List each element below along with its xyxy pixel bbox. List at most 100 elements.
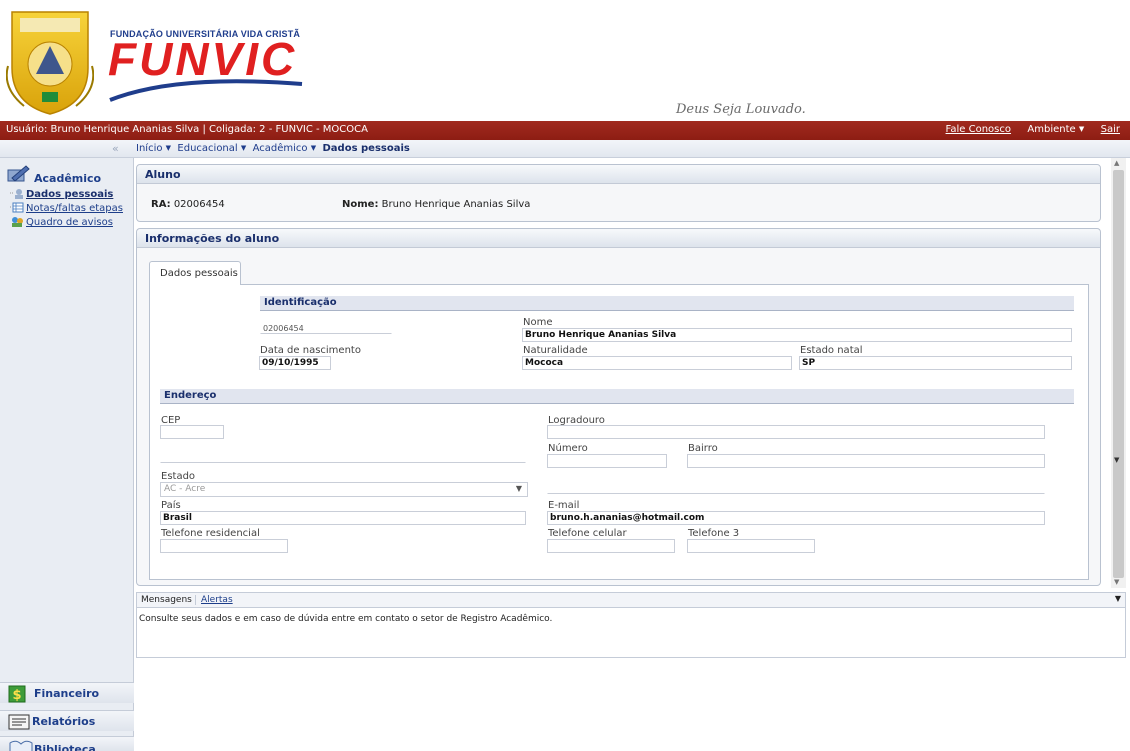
scroll-down-icon[interactable]: ▼ bbox=[1114, 456, 1119, 464]
nome-label: Nome: bbox=[342, 199, 379, 210]
scroll-bottom-icon[interactable]: ▼ bbox=[1114, 578, 1119, 586]
brand-swoosh-decoration bbox=[109, 79, 303, 102]
estado-selected: AC - Acre bbox=[164, 484, 206, 494]
sidebar-section-label: Financeiro bbox=[34, 687, 100, 700]
aluno-panel: Aluno RA: 02006454 Nome: Bruno Henrique … bbox=[136, 164, 1101, 222]
pais-label: País bbox=[161, 500, 181, 511]
contact-link[interactable]: Fale Conosco bbox=[946, 124, 1011, 135]
telefone-residencial-input[interactable] bbox=[160, 539, 288, 553]
grid-icon bbox=[10, 202, 24, 213]
main-scrollbar[interactable]: ▲ ▼ ▼ bbox=[1111, 158, 1126, 588]
chevron-down-icon: ▼ bbox=[515, 484, 522, 493]
person-icon bbox=[10, 188, 24, 199]
email-label: E-mail bbox=[548, 500, 580, 511]
sidebar-item-label: Quadro de avisos bbox=[26, 217, 113, 228]
bairro-label: Bairro bbox=[688, 443, 718, 454]
sidebar-section-label: Biblioteca bbox=[34, 743, 96, 751]
breadcrumb-educacional[interactable]: Educacional ▼ bbox=[177, 143, 246, 154]
nascimento-input[interactable]: 09/10/1995 bbox=[259, 356, 331, 370]
messages-panel: Mensagens Alertas ▼ Consulte seus dados … bbox=[136, 592, 1126, 658]
ra-field: RA: 02006454 bbox=[151, 199, 225, 210]
estado-natal-label: Estado natal bbox=[800, 345, 863, 356]
sidebar-item-label: Dados pessoais bbox=[26, 189, 114, 200]
sidebar-section-label: Relatórios bbox=[32, 715, 96, 728]
ra-input[interactable]: 02006454 bbox=[260, 323, 392, 334]
environment-label: Ambiente bbox=[1027, 124, 1076, 135]
scroll-thumb[interactable] bbox=[1113, 170, 1124, 578]
nome-field: Nome: Bruno Henrique Ananias Silva bbox=[342, 199, 530, 210]
bairro-input[interactable] bbox=[687, 454, 1045, 468]
funvic-crest-logo bbox=[6, 11, 94, 115]
cidade-input[interactable] bbox=[547, 484, 1045, 494]
telefone-3-label: Telefone 3 bbox=[688, 528, 740, 539]
sidebar-section-relatorios[interactable]: Relatórios bbox=[0, 710, 134, 731]
sidebar-item-notas-faltas[interactable]: Notas/faltas etapas bbox=[10, 202, 123, 215]
tab-content: Identificação 02006454 Nome Bruno Henriq… bbox=[149, 284, 1089, 580]
tab-alertas[interactable]: Alertas bbox=[195, 595, 233, 605]
breadcrumb-academico[interactable]: Acadêmico ▼ bbox=[253, 143, 317, 154]
user-info: Usuário: Bruno Henrique Ananias Silva | … bbox=[6, 124, 368, 135]
estado-select[interactable]: AC - Acre ▼ bbox=[160, 482, 528, 497]
tab-mensagens[interactable]: Mensagens bbox=[141, 595, 192, 605]
logradouro-input[interactable] bbox=[547, 425, 1045, 439]
breadcrumb-label: Educacional bbox=[177, 143, 238, 154]
tab-dados-pessoais[interactable]: Dados pessoais bbox=[149, 261, 241, 285]
chevron-down-icon: ▼ bbox=[310, 144, 317, 152]
breadcrumb-bar: « Início ▼ Educacional ▼ Acadêmico ▼ Dad… bbox=[0, 140, 1130, 158]
breadcrumb-current: Dados pessoais bbox=[322, 143, 410, 154]
panel-title: Aluno bbox=[137, 165, 1100, 184]
book-icon bbox=[9, 740, 33, 751]
environment-menu[interactable]: Ambiente ▼ bbox=[1027, 124, 1087, 135]
collapse-sidebar-icon[interactable]: « bbox=[112, 142, 119, 155]
email-input[interactable]: bruno.h.ananias@hotmail.com bbox=[547, 511, 1045, 525]
telefone-celular-label: Telefone celular bbox=[548, 528, 627, 539]
sidebar-item-dados-pessoais[interactable]: Dados pessoais bbox=[10, 188, 113, 201]
cep-input[interactable] bbox=[160, 425, 224, 439]
panel-title: Informações do aluno bbox=[137, 229, 1100, 248]
breadcrumb-inicio[interactable]: Início ▼ bbox=[136, 143, 171, 154]
complemento-input[interactable] bbox=[160, 453, 526, 463]
telefone-residencial-label: Telefone residencial bbox=[161, 528, 260, 539]
ra-value: 02006454 bbox=[173, 199, 225, 210]
pencil-book-icon bbox=[7, 165, 30, 182]
sidebar: Acadêmico Dados pessoais Notas/faltas et… bbox=[0, 158, 134, 751]
estado-natal-input[interactable]: SP bbox=[799, 356, 1072, 370]
user-bar: Usuário: Bruno Henrique Ananias Silva | … bbox=[0, 121, 1130, 140]
report-icon bbox=[8, 714, 30, 730]
scroll-up-icon[interactable]: ▲ bbox=[1114, 159, 1119, 167]
sidebar-section-academico[interactable]: Acadêmico bbox=[6, 164, 130, 186]
dollar-icon: $ bbox=[8, 685, 26, 703]
message-text: Consulte seus dados e em caso de dúvida … bbox=[139, 614, 553, 624]
nome-input[interactable]: Bruno Henrique Ananias Silva bbox=[522, 328, 1072, 342]
sidebar-section-financeiro[interactable]: $ Financeiro bbox=[0, 682, 134, 703]
brand-title: FUNVIC bbox=[108, 33, 298, 85]
naturalidade-label: Naturalidade bbox=[523, 345, 588, 356]
chevron-down-icon: ▼ bbox=[165, 144, 172, 152]
numero-input[interactable] bbox=[547, 454, 667, 468]
pais-input[interactable]: Brasil bbox=[160, 511, 526, 525]
nascimento-label: Data de nascimento bbox=[260, 345, 361, 356]
section-identificacao: Identificação bbox=[260, 296, 1074, 311]
messages-tabs: Mensagens Alertas ▼ bbox=[137, 593, 1125, 608]
numero-label: Número bbox=[548, 443, 588, 454]
naturalidade-input[interactable]: Mococa bbox=[522, 356, 792, 370]
breadcrumb: Início ▼ Educacional ▼ Acadêmico ▼ Dados… bbox=[136, 143, 410, 154]
informacoes-panel: Informações do aluno Dados pessoais Iden… bbox=[136, 228, 1101, 586]
chevron-down-icon: ▼ bbox=[240, 144, 247, 152]
telefone-celular-input[interactable] bbox=[547, 539, 675, 553]
svg-text:$: $ bbox=[12, 688, 21, 703]
motto-text: Deus Seja Louvado. bbox=[676, 102, 806, 117]
breadcrumb-label: Início bbox=[136, 143, 163, 154]
header: FUNDAÇÃO UNIVERSITÁRIA VIDA CRISTÃ FUNVI… bbox=[0, 0, 1130, 121]
sidebar-item-quadro-avisos[interactable]: Quadro de avisos bbox=[10, 216, 113, 229]
nome-value: Bruno Henrique Ananias Silva bbox=[381, 199, 531, 210]
sidebar-section-biblioteca[interactable]: Biblioteca bbox=[0, 736, 134, 751]
chevron-down-icon: ▼ bbox=[1078, 125, 1085, 133]
collapse-messages-icon[interactable]: ▼ bbox=[1115, 594, 1121, 603]
people-icon bbox=[10, 216, 24, 227]
sidebar-item-label: Notas/faltas etapas bbox=[26, 203, 123, 214]
logout-link[interactable]: Sair bbox=[1101, 124, 1120, 135]
ra-label: RA: bbox=[151, 199, 171, 210]
nome-label: Nome bbox=[523, 317, 553, 328]
telefone-3-input[interactable] bbox=[687, 539, 815, 553]
